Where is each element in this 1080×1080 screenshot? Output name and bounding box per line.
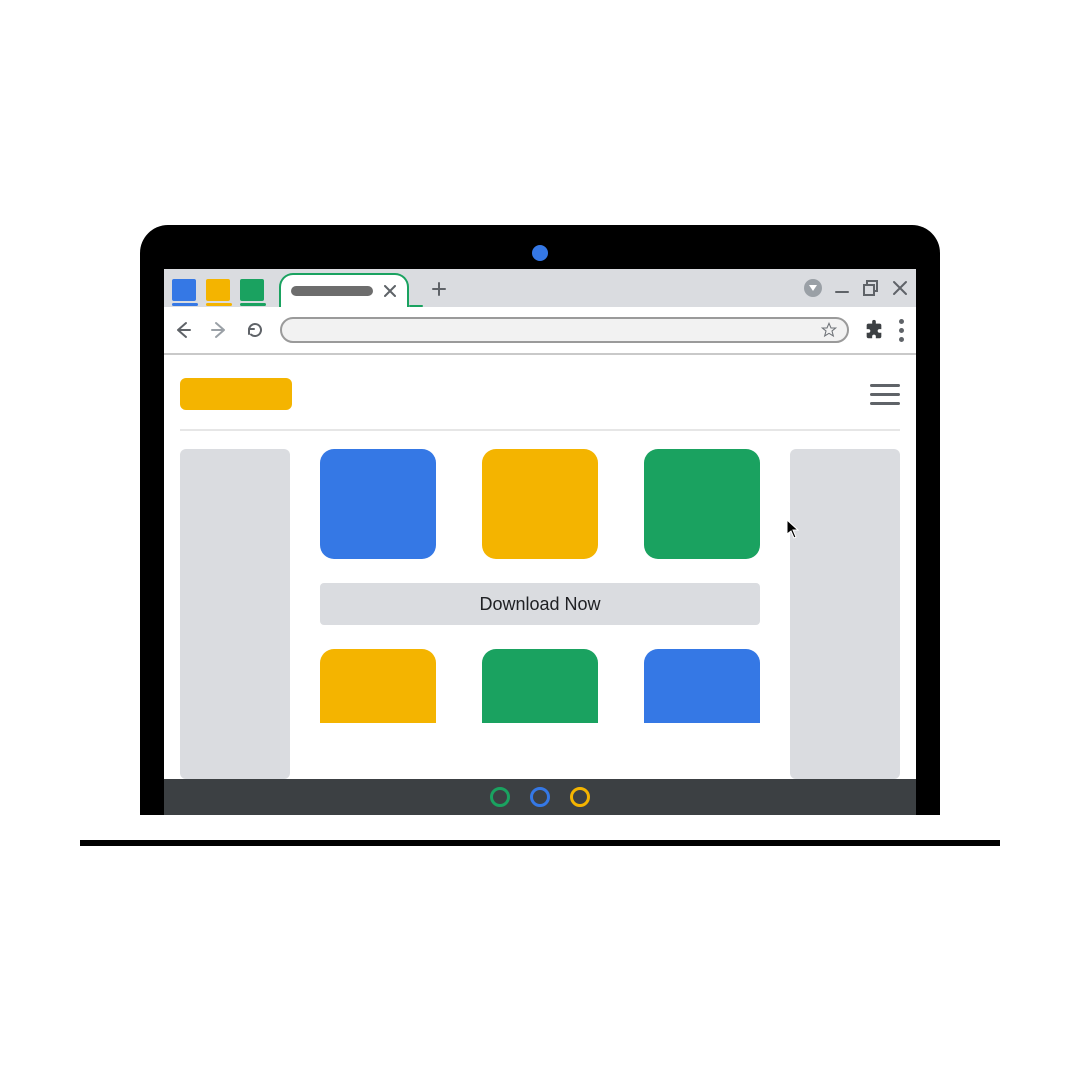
tile-1[interactable] [320,449,436,559]
shelf-app-3[interactable] [570,787,590,807]
account-dropdown-icon[interactable] [804,279,822,297]
back-button[interactable] [172,319,194,341]
web-page: Download Now [164,355,916,779]
tab-indicator-3 [240,303,266,306]
browser-menu-icon[interactable] [899,319,904,342]
tile-4[interactable] [320,649,436,723]
extensions-icon[interactable] [863,319,885,341]
download-now-button[interactable]: Download Now [320,583,760,625]
bookmark-star-icon[interactable] [821,322,837,338]
close-tab-icon[interactable] [383,284,397,298]
tile-row-1 [320,449,760,559]
shelf-app-1[interactable] [490,787,510,807]
left-ad-placeholder [180,449,290,779]
main-content: Download Now [314,449,766,779]
shelf-app-2[interactable] [530,787,550,807]
window-close-icon[interactable] [892,280,908,296]
minimize-icon[interactable] [834,280,850,296]
divider [180,429,900,431]
os-taskbar [164,779,916,815]
tab-strip [164,269,916,307]
site-header [180,369,900,419]
tile-3[interactable] [644,449,760,559]
address-bar[interactable] [280,317,849,343]
background-tab-3[interactable] [240,279,264,301]
screen: Download Now [164,269,916,815]
mouse-cursor [786,519,800,539]
browser-toolbar [164,307,916,355]
tile-6[interactable] [644,649,760,723]
reload-button[interactable] [244,319,266,341]
tile-2[interactable] [482,449,598,559]
background-tab-2[interactable] [206,279,230,301]
tile-5[interactable] [482,649,598,723]
window-controls [804,279,908,297]
active-tab[interactable] [279,273,409,307]
laptop-base [80,840,1000,846]
webcam-dot [532,245,548,261]
tile-row-2 [320,649,760,723]
laptop-frame: Download Now [140,225,940,815]
download-now-label: Download Now [479,594,600,615]
forward-button[interactable] [208,319,230,341]
active-tab-title [291,286,373,296]
site-menu-icon[interactable] [870,384,900,405]
right-ad-placeholder [790,449,900,779]
restore-icon[interactable] [862,279,880,297]
new-tab-button[interactable] [429,279,449,299]
tab-indicator-1 [172,303,198,306]
background-tab-1[interactable] [172,279,196,301]
site-logo[interactable] [180,378,292,410]
tab-indicator-2 [206,303,232,306]
